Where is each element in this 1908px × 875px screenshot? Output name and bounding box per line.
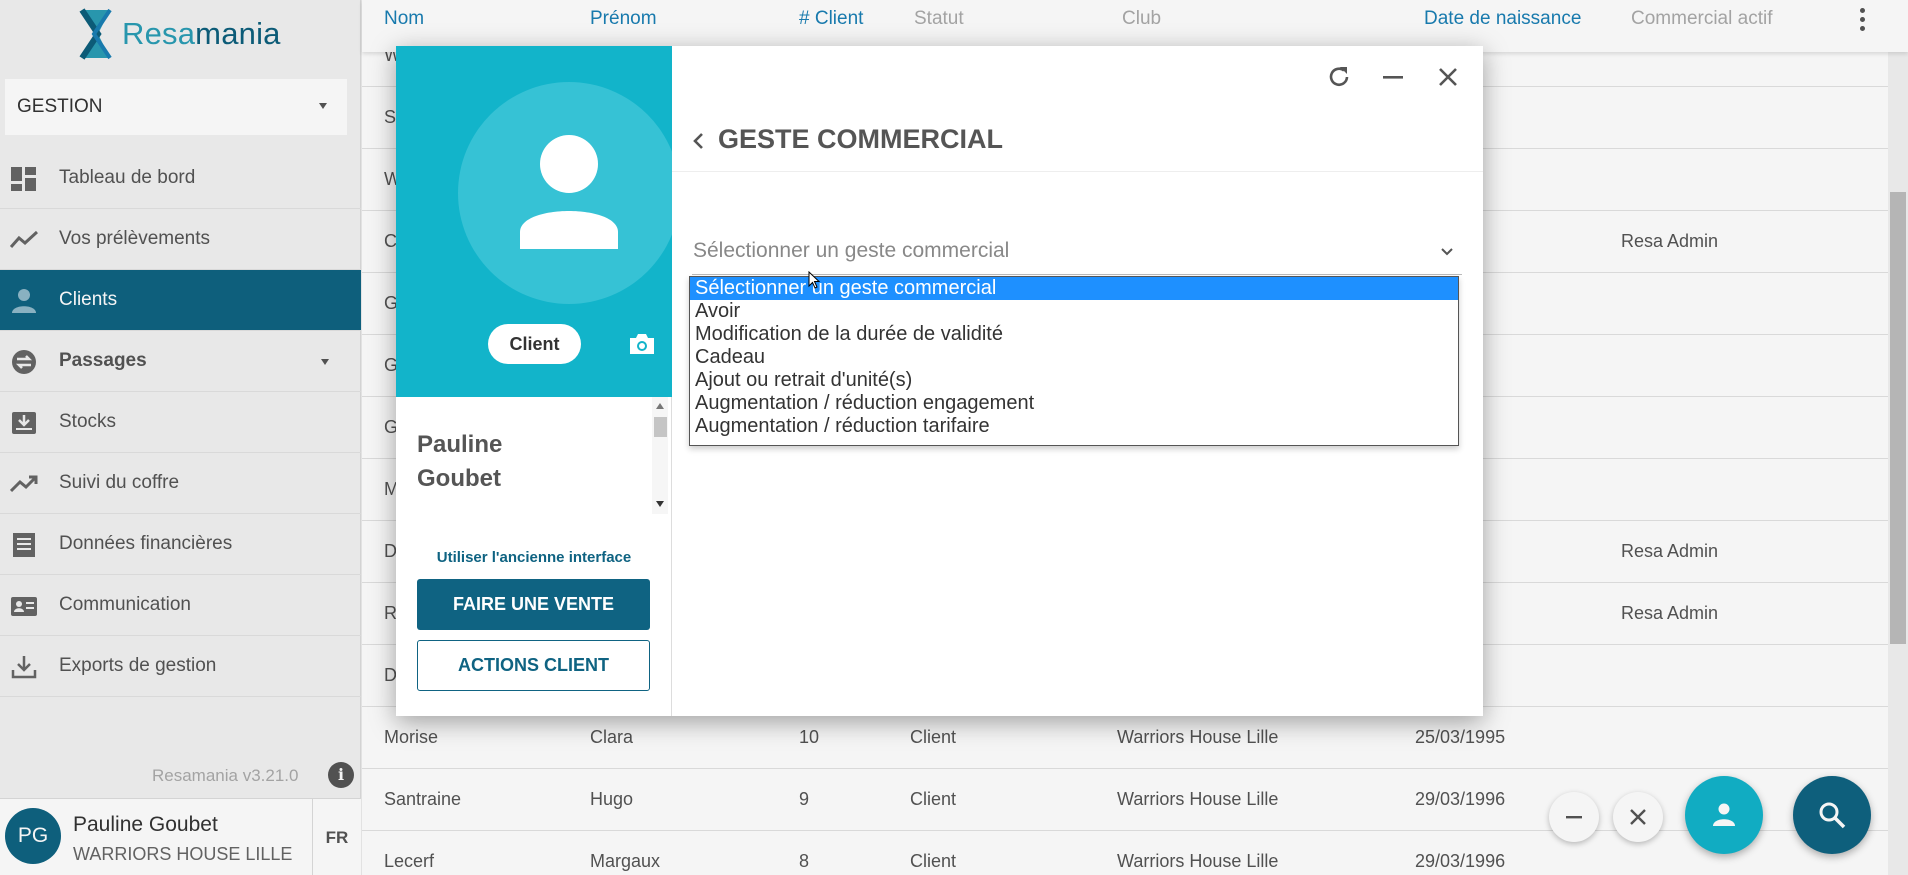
client-name: Pauline Goubet [396,397,672,562]
select-value: Sélectionner un geste commercial [693,239,1010,262]
faire-une-vente-button[interactable]: FAIRE UNE VENTE [417,579,650,630]
divider [672,171,1483,172]
select-option[interactable]: Augmentation / réduction engagement [690,392,1458,415]
actions-client-button[interactable]: ACTIONS CLIENT [417,640,650,691]
select-option[interactable]: Avoir [690,300,1458,323]
scroll-down-icon[interactable] [656,501,664,507]
profile-avatar[interactable] [458,82,680,304]
status-badge: Client [488,324,581,364]
name-scrollbar[interactable] [652,397,668,514]
person-icon [520,135,618,249]
select-option[interactable]: Cadeau [690,346,1458,369]
chevron-down-icon [1441,248,1453,256]
select-option[interactable]: Augmentation / réduction tarifaire [690,415,1458,438]
minimize-icon[interactable] [1378,62,1408,92]
select-option[interactable]: Sélectionner un geste commercial [690,277,1458,300]
back-chevron-icon[interactable] [690,130,706,152]
mouse-cursor-icon [808,271,820,289]
client-first-name: Pauline [417,431,503,458]
dialog-title: GESTE COMMERCIAL [718,124,1004,154]
camera-icon[interactable] [628,332,656,356]
client-last-name: Goubet [417,465,501,492]
profile-header: Client [396,46,680,397]
close-icon[interactable] [1433,62,1463,92]
client-dialog: Client Pauline Goubet Utiliser l'ancienn… [396,46,1483,716]
select-option[interactable]: Modification de la durée de validité [690,323,1458,346]
old-interface-link[interactable]: Utiliser l'ancienne interface [396,549,672,566]
scroll-up-icon[interactable] [656,403,664,409]
select-options-list: Sélectionner un geste commercial Avoir M… [689,276,1459,446]
scrollbar-thumb[interactable] [654,417,667,437]
geste-commercial-panel: GESTE COMMERCIAL Sélectionner un geste c… [672,46,1483,716]
select-option[interactable]: Ajout ou retrait d'unité(s) [690,369,1458,392]
client-profile-panel: Client Pauline Goubet Utiliser l'ancienn… [396,46,680,716]
refresh-icon[interactable] [1324,62,1354,92]
geste-commercial-select[interactable]: Sélectionner un geste commercial [692,239,1462,275]
